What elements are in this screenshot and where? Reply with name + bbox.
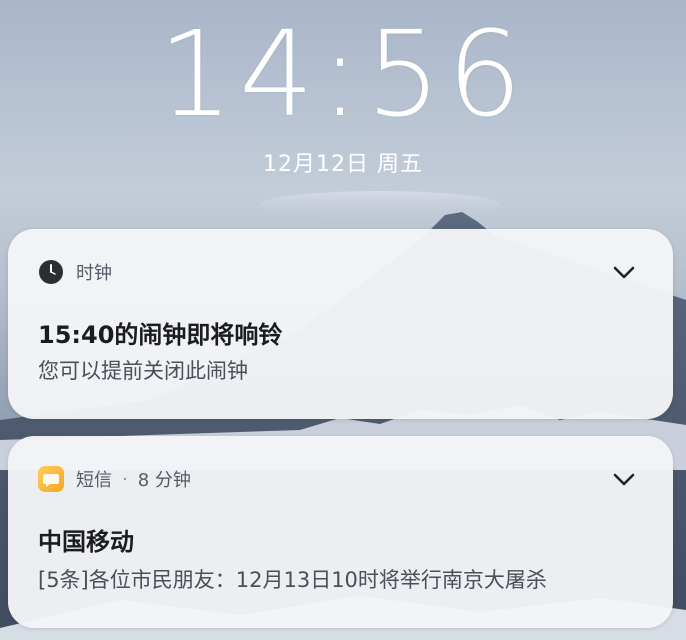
- lock-screen: 14:56 12月12日 周五 时钟 15:40的闹钟即将响铃 您可以提前关闭此…: [0, 0, 686, 640]
- notification-body: 您可以提前关闭此闹钟: [38, 359, 248, 383]
- notification-header: 短信 · 8 分钟: [38, 464, 191, 494]
- chevron-down-icon[interactable]: [609, 466, 639, 494]
- notification-title: 15:40的闹钟即将响铃: [38, 321, 283, 349]
- notification-header: 时钟: [38, 257, 112, 287]
- notification-separator: ·: [122, 468, 128, 490]
- lockscreen-date: 12月12日 周五: [263, 152, 423, 177]
- notification-card-sms[interactable]: 短信 · 8 分钟 中国移动 [5条]各位市民朋友：12月13日10时将举行南京…: [8, 436, 673, 628]
- notification-body: [5条]各位市民朋友：12月13日10时将举行南京大屠杀: [38, 568, 547, 592]
- notification-title: 中国移动: [38, 528, 134, 556]
- notification-time: 8 分钟: [137, 470, 191, 491]
- notification-app-name: 短信: [76, 470, 112, 491]
- sms-icon: [38, 466, 64, 492]
- chevron-down-icon[interactable]: [609, 259, 639, 287]
- notification-app-name: 时钟: [76, 263, 112, 284]
- notification-card-clock[interactable]: 时钟 15:40的闹钟即将响铃 您可以提前关闭此闹钟: [8, 229, 673, 419]
- lockscreen-clock: 14:56: [157, 5, 529, 143]
- clock-icon: [38, 259, 64, 285]
